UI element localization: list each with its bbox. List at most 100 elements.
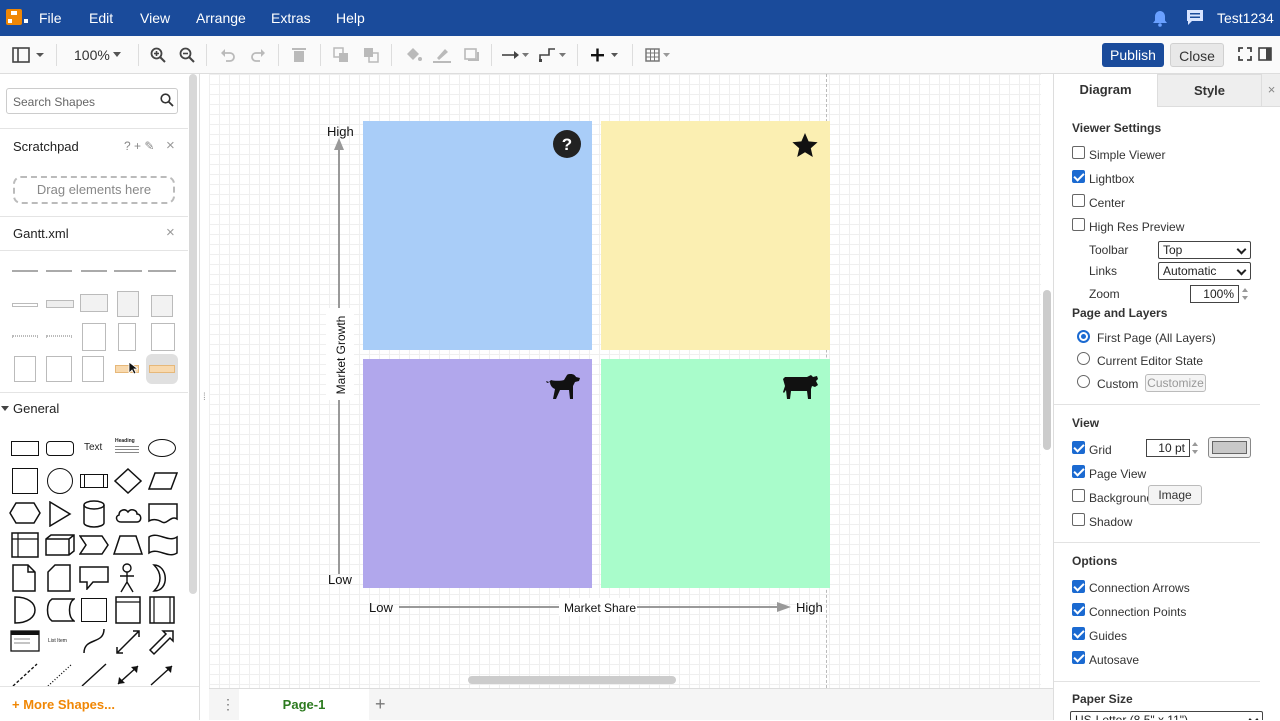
y-axis-low-label[interactable]: Low bbox=[328, 572, 352, 587]
step-shape[interactable] bbox=[79, 535, 109, 555]
more-shapes-button[interactable]: + More Shapes... bbox=[12, 697, 115, 712]
gantt-shape[interactable] bbox=[149, 365, 175, 373]
or-shape[interactable] bbox=[152, 564, 172, 592]
current-state-radio[interactable] bbox=[1077, 352, 1090, 365]
paper-size-select[interactable]: US-Letter (8.5" x 11") bbox=[1070, 711, 1263, 720]
delay-shape[interactable] bbox=[13, 596, 37, 624]
center-checkbox[interactable] bbox=[1072, 194, 1085, 207]
search-icon[interactable] bbox=[160, 93, 174, 107]
circle-shape[interactable] bbox=[47, 468, 73, 494]
zoom-spinner-icon[interactable] bbox=[1240, 285, 1250, 303]
note-shape[interactable] bbox=[12, 564, 36, 592]
delete-icon[interactable] bbox=[292, 47, 306, 63]
gantt-shape[interactable] bbox=[118, 323, 136, 351]
user-name[interactable]: Test1234 bbox=[1217, 10, 1274, 26]
page-tab-1[interactable]: Page-1 bbox=[239, 689, 369, 721]
insert-plus-icon[interactable] bbox=[590, 47, 620, 63]
scratchpad-drop-area[interactable]: Drag elements here bbox=[13, 176, 175, 204]
x-axis-low-label[interactable]: Low bbox=[369, 600, 393, 615]
to-back-icon[interactable] bbox=[363, 47, 379, 63]
diagram-canvas[interactable]: ? Market Growth High Low Market Share Lo… bbox=[209, 74, 1041, 688]
dashed-line-shape[interactable] bbox=[12, 663, 38, 687]
gantt-shape[interactable] bbox=[80, 294, 108, 312]
shadow-icon[interactable] bbox=[464, 47, 480, 63]
dotted-line-shape[interactable] bbox=[47, 663, 73, 687]
gantt-library-header[interactable]: Gantt.xml bbox=[13, 226, 69, 241]
cloud-shape[interactable] bbox=[113, 503, 143, 525]
directional-connector-shape[interactable] bbox=[149, 663, 175, 687]
gantt-shape[interactable] bbox=[12, 303, 38, 307]
gantt-shape[interactable] bbox=[14, 356, 36, 382]
internal-storage-shape[interactable] bbox=[11, 532, 39, 558]
zoom-input[interactable]: 100% bbox=[1190, 285, 1239, 303]
question-icon[interactable]: ? bbox=[552, 129, 582, 159]
x-axis-title[interactable]: Market Share bbox=[564, 601, 636, 615]
actor-shape[interactable] bbox=[118, 563, 136, 593]
callout-shape[interactable] bbox=[79, 566, 109, 590]
menu-edit[interactable]: Edit bbox=[89, 10, 113, 26]
waypoints-icon[interactable] bbox=[539, 47, 567, 63]
menu-extras[interactable]: Extras bbox=[271, 10, 311, 26]
undo-icon[interactable] bbox=[220, 47, 236, 63]
trapezoid-shape[interactable] bbox=[113, 535, 143, 555]
canvas-vertical-scrollbar[interactable] bbox=[1043, 290, 1051, 450]
card-shape[interactable] bbox=[47, 564, 71, 592]
menu-help[interactable]: Help bbox=[336, 10, 365, 26]
square-shape[interactable] bbox=[12, 468, 38, 494]
customize-button[interactable]: Customize bbox=[1145, 374, 1206, 392]
rectangle-shape[interactable] bbox=[11, 441, 39, 456]
heading-shape[interactable]: Heading bbox=[115, 438, 135, 444]
list-item-shape[interactable]: List Item bbox=[48, 638, 67, 644]
links-select[interactable]: Automatic bbox=[1158, 262, 1251, 280]
zoom-in-icon[interactable] bbox=[150, 47, 166, 63]
parallelogram-shape[interactable] bbox=[148, 472, 178, 490]
fill-color-icon[interactable] bbox=[404, 47, 422, 63]
scratchpad-header[interactable]: Scratchpad bbox=[13, 139, 79, 154]
y-axis-title[interactable]: Market Growth bbox=[334, 311, 348, 399]
gantt-shape[interactable] bbox=[151, 295, 173, 317]
text-shape[interactable]: Text bbox=[84, 442, 102, 453]
gantt-shape[interactable] bbox=[114, 270, 142, 272]
publish-button[interactable]: Publish bbox=[1102, 43, 1164, 67]
rounded-rectangle-shape[interactable] bbox=[46, 441, 74, 456]
zoom-select[interactable]: 100% bbox=[74, 47, 110, 63]
background-image-button[interactable]: Image bbox=[1148, 485, 1202, 505]
gantt-shape[interactable] bbox=[46, 356, 72, 382]
grid-color-button[interactable] bbox=[1208, 437, 1251, 458]
gantt-shape[interactable] bbox=[148, 270, 176, 272]
close-button[interactable]: Close bbox=[1170, 43, 1224, 67]
cow-icon[interactable] bbox=[782, 374, 820, 400]
triangle-shape[interactable] bbox=[48, 501, 72, 527]
dog-icon[interactable] bbox=[545, 372, 581, 402]
grid-size-spinner-icon[interactable] bbox=[1190, 439, 1200, 457]
expand-arrow-icon[interactable] bbox=[1, 405, 9, 413]
grid-size-input[interactable]: 10 pt bbox=[1146, 439, 1190, 457]
gantt-shape[interactable] bbox=[82, 323, 106, 351]
menu-file[interactable]: File bbox=[39, 10, 62, 26]
feedback-chat-icon[interactable] bbox=[1186, 9, 1204, 26]
predefined-process-shape[interactable] bbox=[149, 596, 175, 624]
list-shape[interactable] bbox=[10, 630, 40, 652]
gantt-shape[interactable] bbox=[81, 270, 107, 272]
search-shapes-input[interactable]: Search Shapes bbox=[6, 88, 178, 114]
stored-data-shape[interactable] bbox=[45, 598, 75, 622]
format-panel-close-icon[interactable]: × bbox=[1262, 74, 1280, 107]
panel-resize-handle[interactable]: ⁞ bbox=[203, 392, 206, 403]
zoom-dropdown-icon[interactable] bbox=[112, 52, 122, 58]
curve-shape[interactable] bbox=[82, 627, 106, 655]
arrow-shape[interactable] bbox=[148, 628, 176, 656]
grid-checkbox[interactable] bbox=[1072, 441, 1085, 454]
gantt-shape[interactable] bbox=[117, 291, 139, 317]
shadow-checkbox[interactable] bbox=[1072, 513, 1085, 526]
tape-shape[interactable] bbox=[148, 533, 178, 557]
gantt-close-icon[interactable]: × bbox=[166, 224, 175, 241]
line-shape[interactable] bbox=[81, 663, 107, 687]
collapse-panel-icon[interactable] bbox=[1258, 47, 1272, 63]
guides-checkbox[interactable] bbox=[1072, 627, 1085, 640]
fullscreen-icon[interactable] bbox=[1238, 47, 1252, 63]
add-page-icon[interactable]: + bbox=[375, 694, 386, 715]
background-checkbox[interactable] bbox=[1072, 489, 1085, 502]
toolbar-position-select[interactable]: Top bbox=[1158, 241, 1251, 259]
tab-style[interactable]: Style bbox=[1157, 74, 1262, 107]
square-shape-2[interactable] bbox=[81, 598, 107, 622]
